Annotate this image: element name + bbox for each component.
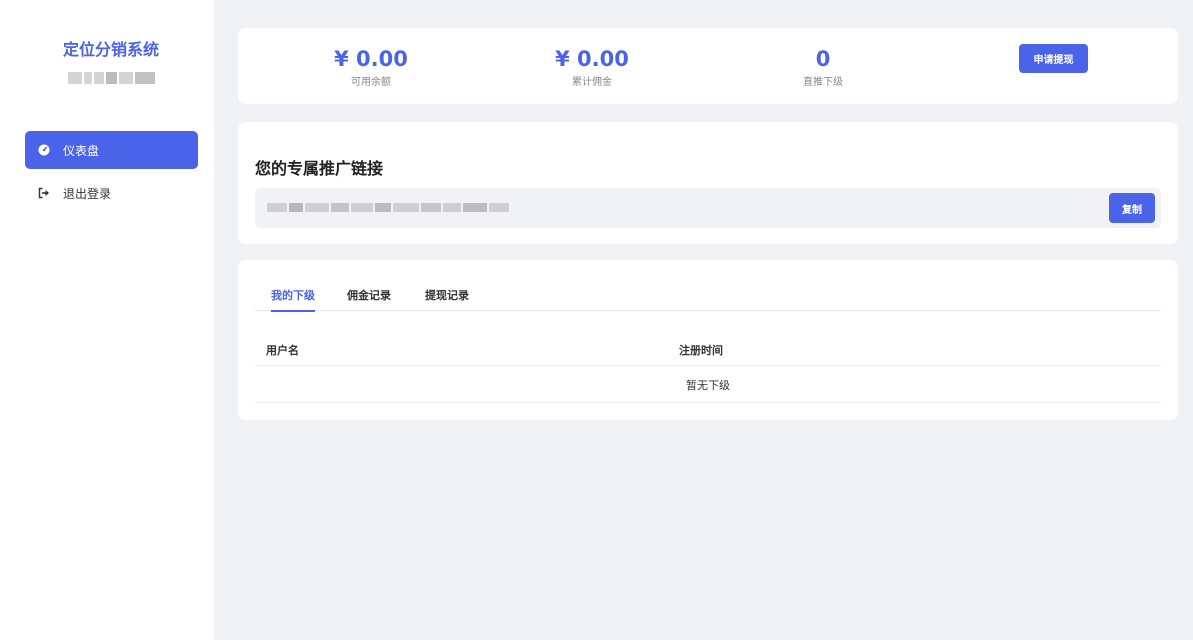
stat-total-commission: ¥ 0.00 累计佣金: [502, 46, 682, 88]
stat-value: ¥ 0.00: [334, 47, 408, 71]
sidebar-item-dashboard[interactable]: 仪表盘: [25, 131, 198, 169]
sidebar-item-logout[interactable]: 退出登录: [25, 174, 198, 212]
tab-withdrawal-records[interactable]: 提现记录: [425, 287, 469, 310]
promo-link-redacted: [267, 203, 509, 212]
stat-available-balance: ¥ 0.00 可用余额: [281, 46, 461, 88]
tab-commission-records[interactable]: 佣金记录: [347, 287, 391, 310]
tab-my-subordinates[interactable]: 我的下级: [271, 287, 315, 312]
stat-label: 直推下级: [803, 77, 843, 88]
column-header-username: 用户名: [266, 344, 299, 357]
dashboard-icon: [37, 143, 51, 157]
stats-card: ¥ 0.00 可用余额 ¥ 0.00 累计佣金 0 直推下级 申请提现: [238, 28, 1178, 104]
stat-value: ¥ 0.00: [555, 47, 629, 71]
promo-link-card: 您的专属推广链接 复制: [238, 122, 1178, 244]
records-card: 我的下级 佣金记录 提现记录 用户名 注册时间 暂无下级: [238, 260, 1178, 420]
copy-button[interactable]: 复制: [1109, 193, 1155, 223]
sidebar-item-label: 仪表盘: [63, 143, 100, 158]
tabs: 我的下级 佣金记录 提现记录: [255, 260, 1161, 312]
username-redacted: [68, 72, 156, 84]
logout-icon: [37, 186, 51, 200]
sidebar-item-label: 退出登录: [63, 186, 112, 201]
promo-link-title: 您的专属推广链接: [255, 159, 384, 178]
brand-title: 定位分销系统: [62, 40, 159, 59]
promo-link-box: 复制: [255, 188, 1161, 228]
stat-label: 累计佣金: [572, 77, 612, 88]
empty-state-text: 暂无下级: [686, 379, 730, 392]
sidebar: 定位分销系统 仪表盘 退出登录: [0, 0, 214, 640]
table-divider: [255, 365, 1161, 366]
stat-label: 可用余额: [351, 77, 391, 88]
stat-direct-referrals: 0 直推下级: [733, 46, 913, 88]
table-divider: [255, 402, 1161, 403]
stat-value: 0: [815, 47, 831, 71]
column-header-register-time: 注册时间: [679, 344, 723, 357]
withdraw-button[interactable]: 申请提现: [1019, 44, 1088, 73]
